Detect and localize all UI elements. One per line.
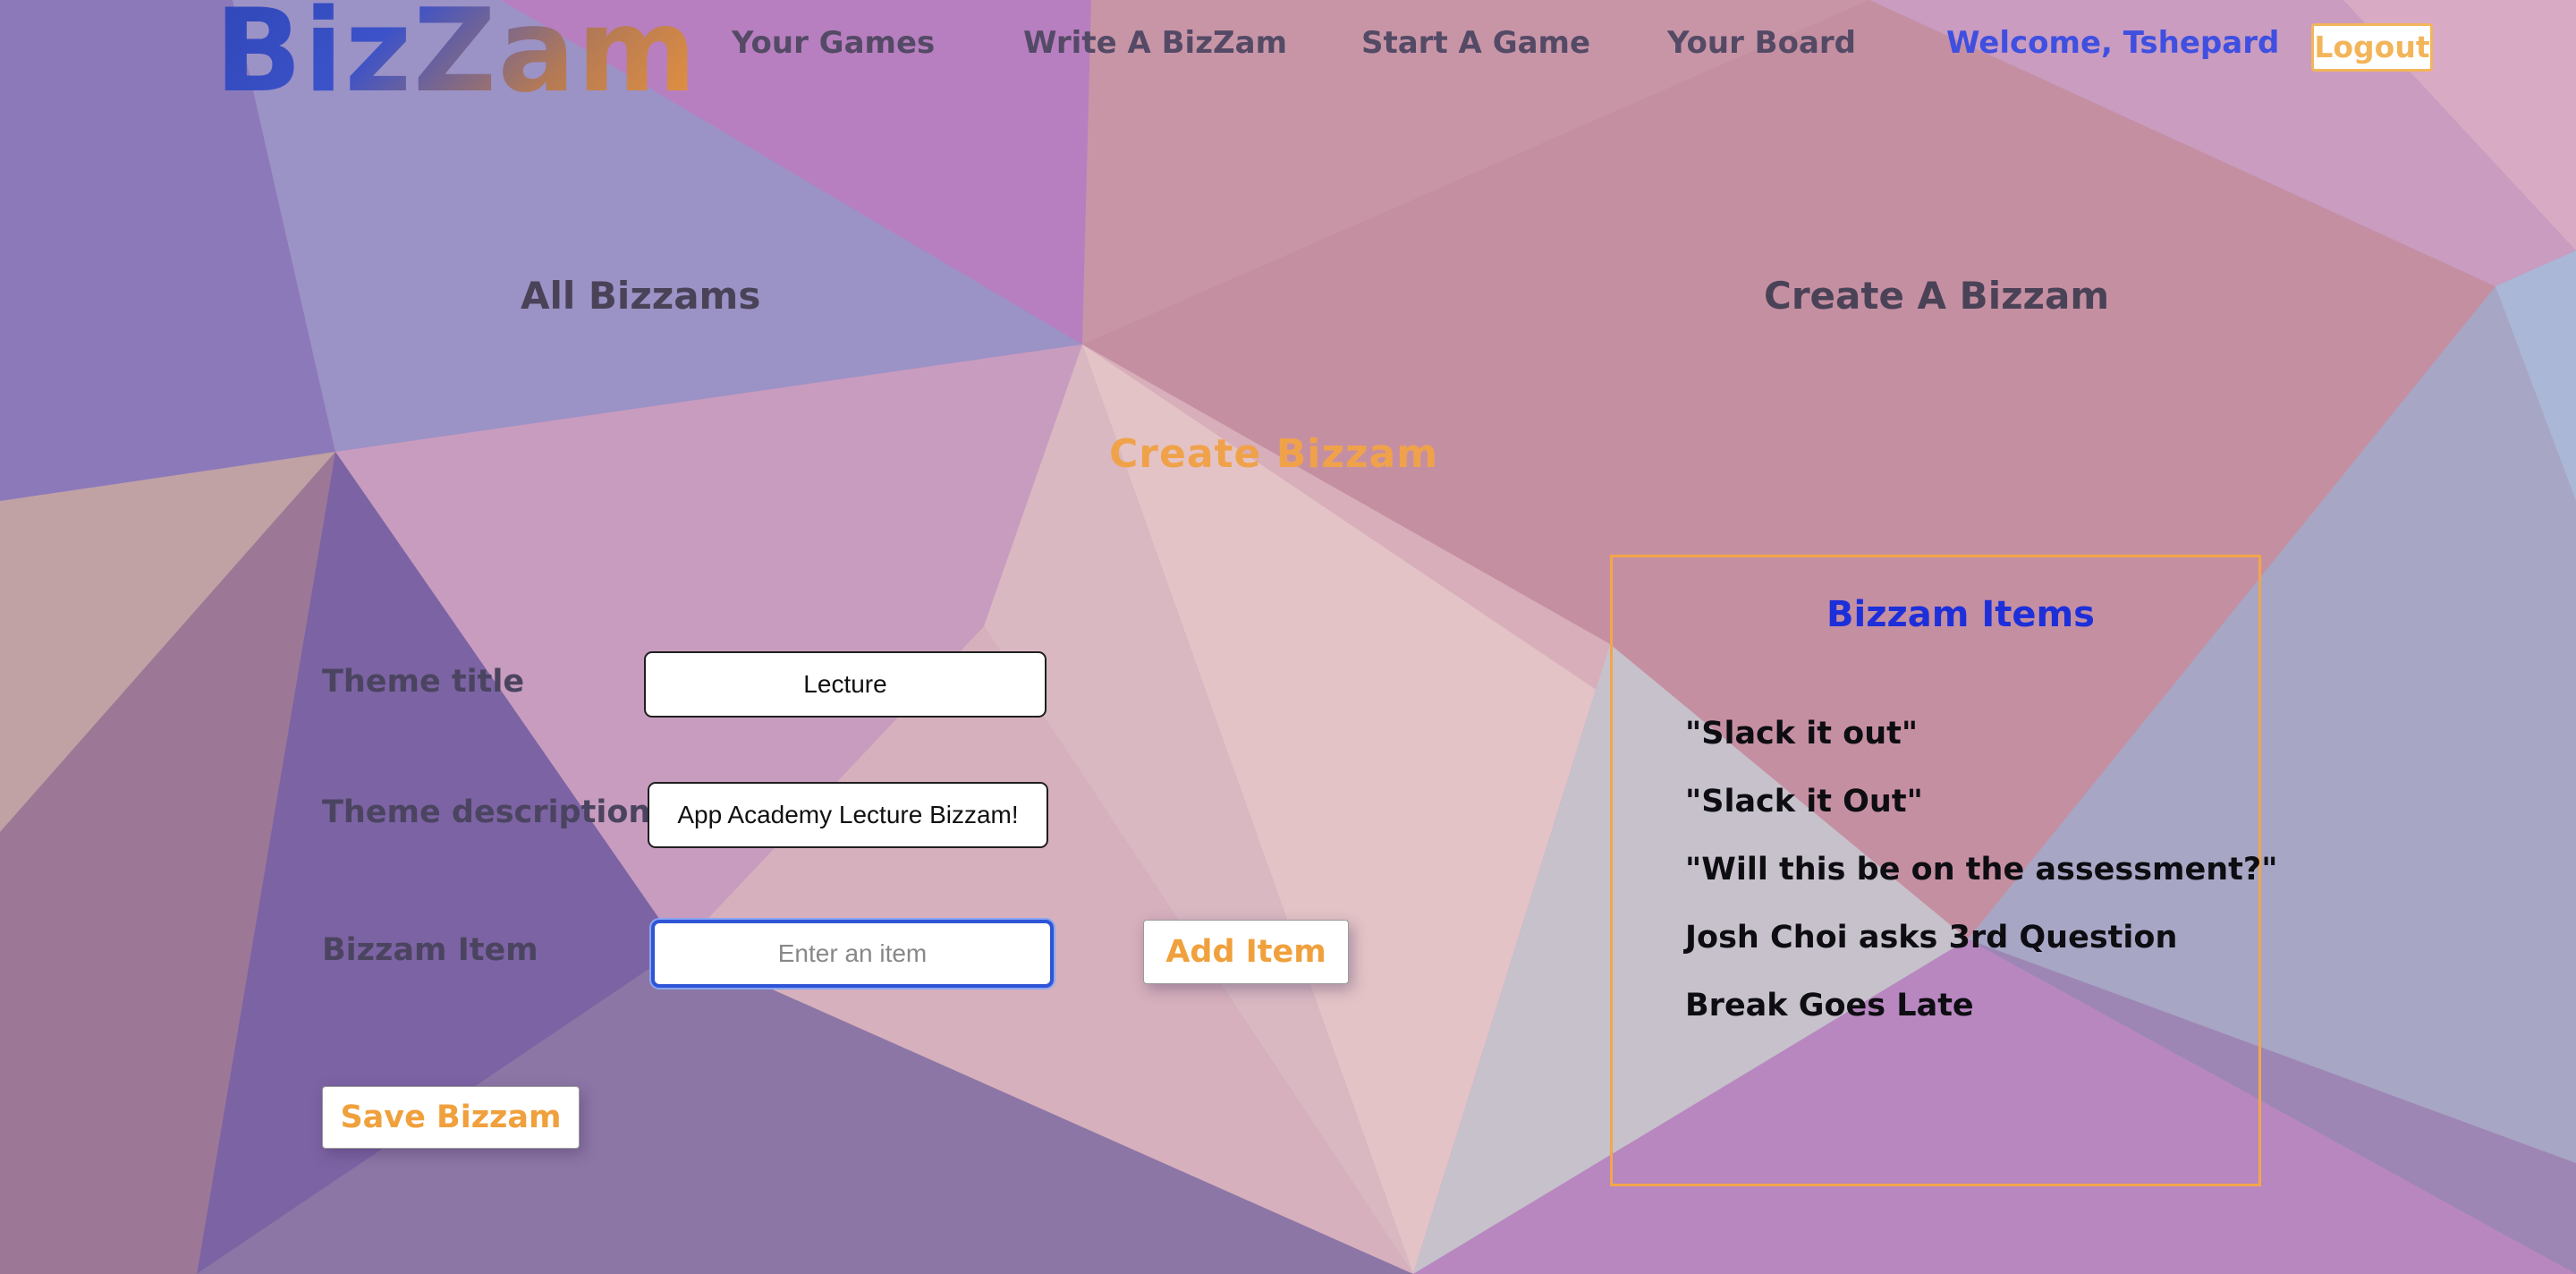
list-item: "Will this be on the assessment?" — [1685, 852, 2278, 888]
list-item: Josh Choi asks 3rd Question — [1685, 920, 2178, 956]
list-item: "Slack it Out" — [1685, 784, 1923, 820]
bizzam-items-title: Bizzam Items — [1826, 594, 2095, 635]
logout-button[interactable]: Logout — [2311, 23, 2433, 72]
bizzam-item-input[interactable] — [651, 920, 1054, 988]
create-bizzam-heading: Create Bizzam — [1109, 431, 1439, 477]
nav-write-bizzam[interactable]: Write A BizZam — [1023, 25, 1287, 61]
all-bizzams-link[interactable]: All Bizzams — [521, 274, 760, 318]
create-a-bizzam-link[interactable]: Create A Bizzam — [1764, 274, 2109, 318]
theme-description-input[interactable] — [648, 782, 1048, 848]
theme-title-input[interactable] — [644, 651, 1046, 718]
nav-your-games[interactable]: Your Games — [732, 25, 935, 61]
theme-title-label: Theme title — [322, 664, 525, 700]
add-item-button[interactable]: Add Item — [1143, 920, 1349, 984]
theme-description-label: Theme description — [322, 794, 651, 830]
save-bizzam-button[interactable]: Save Bizzam — [322, 1086, 580, 1149]
welcome-user[interactable]: Welcome, Tshepard — [1946, 25, 2279, 61]
bizzam-logo[interactable]: BizZam — [215, 0, 699, 109]
nav-your-board[interactable]: Your Board — [1667, 25, 1856, 61]
list-item: Break Goes Late — [1685, 988, 1974, 1023]
list-item: "Slack it out" — [1685, 716, 1919, 752]
bizzam-item-label: Bizzam Item — [322, 932, 538, 968]
nav-start-game[interactable]: Start A Game — [1361, 25, 1590, 61]
